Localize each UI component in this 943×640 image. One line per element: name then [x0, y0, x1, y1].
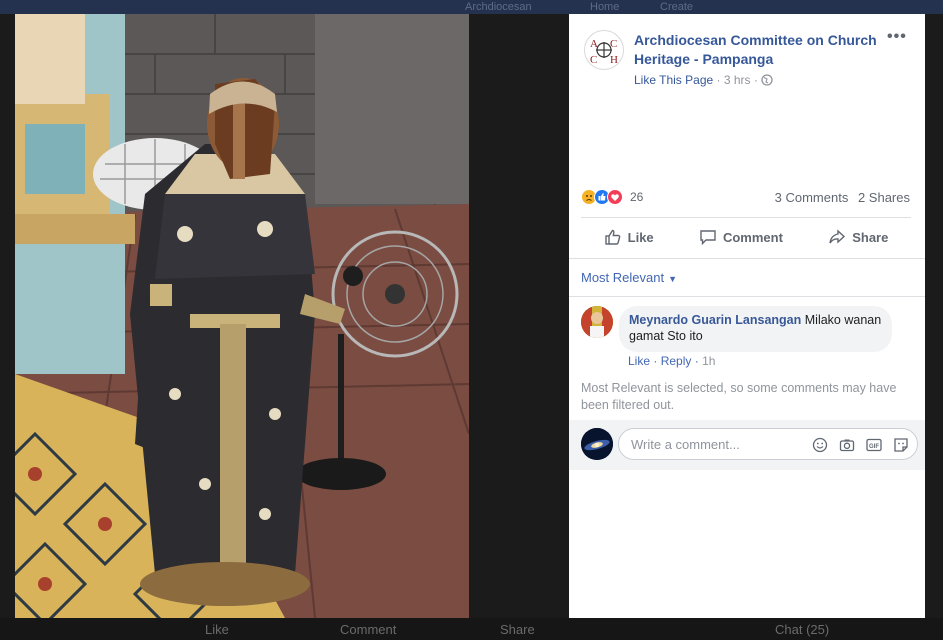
- current-user-avatar: [581, 428, 613, 460]
- comment-bubble-icon: [700, 230, 716, 246]
- divider: [569, 296, 925, 297]
- comment-action-separator: ·: [653, 354, 661, 368]
- share-button[interactable]: Share: [828, 228, 888, 246]
- comment-composer[interactable]: GIF: [618, 428, 918, 460]
- caret-down-icon: ▼: [668, 274, 678, 284]
- comment-like-link[interactable]: Like: [628, 354, 650, 368]
- comment-sort-dropdown[interactable]: Most Relevant ▼: [581, 270, 677, 285]
- comment-input[interactable]: [631, 435, 791, 453]
- comment-bubble: Meynardo Guarin Lansangan Milako wanan g…: [619, 306, 892, 352]
- emoji-icon[interactable]: [811, 436, 828, 453]
- thumbs-up-icon: [604, 229, 620, 245]
- post-photo[interactable]: [15, 14, 469, 618]
- reactions-summary[interactable]: 26: [581, 186, 643, 208]
- comment-reply-link[interactable]: Reply: [661, 354, 692, 368]
- comment-actions: Like · Reply · 1h: [628, 354, 715, 368]
- meta-separator: ·: [753, 73, 762, 87]
- background-post-actions: Like Comment Share Chat (25): [0, 618, 943, 640]
- reaction-count: 26: [630, 190, 644, 204]
- svg-text:C: C: [590, 54, 597, 66]
- bg-like: Like: [205, 622, 229, 637]
- page-name-link[interactable]: Archdiocesan Committee on Church Heritag…: [634, 31, 884, 69]
- svg-text:GIF: GIF: [869, 443, 879, 449]
- background-top-navbar: Archdiocesan Home Create: [0, 0, 943, 14]
- post-header: A C C H Archdiocesan Committee on Church…: [569, 14, 925, 94]
- love-reaction-icon: [607, 189, 623, 205]
- composer-icons: GIF: [801, 436, 909, 453]
- share-button-label: Share: [852, 229, 889, 245]
- share-arrow-icon: [829, 229, 846, 244]
- public-globe-icon: [761, 74, 773, 89]
- comment-author-link[interactable]: Meynardo Guarin Lansangan: [629, 313, 801, 327]
- comment-action-separator: ·: [694, 354, 703, 368]
- post-action-bar: Like Comment Share: [581, 219, 911, 255]
- divider: [569, 258, 925, 259]
- statue-photo-illustration: [15, 14, 469, 618]
- shares-count-link[interactable]: 2 Shares: [858, 190, 910, 205]
- post-side-panel: A C C H Archdiocesan Committee on Church…: [569, 14, 925, 618]
- divider: [581, 217, 911, 218]
- like-this-page-link[interactable]: Like This Page: [634, 73, 713, 87]
- commenter-avatar[interactable]: [581, 306, 613, 338]
- page-logo[interactable]: A C C H: [584, 30, 624, 70]
- post-time[interactable]: 3 hrs: [724, 73, 751, 87]
- comment-button-label: Comment: [722, 229, 783, 245]
- more-options-button[interactable]: •••: [887, 28, 907, 46]
- engagement-counts: 3 Comments 2 Shares: [775, 190, 910, 205]
- comment-time[interactable]: 1h: [702, 354, 715, 368]
- filtered-comments-note: Most Relevant is selected, so some comme…: [581, 381, 897, 412]
- commenter-avatar-image: [581, 306, 613, 338]
- svg-text:H: H: [610, 54, 618, 66]
- post-meta: Like This Page · 3 hrs ·: [634, 73, 773, 89]
- bg-comment: Comment: [340, 622, 397, 637]
- gif-icon[interactable]: GIF: [865, 436, 882, 453]
- achc-logo-icon: A C C H: [590, 38, 618, 66]
- bg-nav-create: Create: [660, 1, 694, 13]
- sticker-icon[interactable]: [892, 436, 909, 453]
- bg-share: Share: [500, 622, 535, 637]
- bg-nav-profile: Archdiocesan: [465, 1, 532, 13]
- comments-count-link[interactable]: 3 Comments: [775, 190, 849, 205]
- comment-sort-label: Most Relevant: [581, 270, 665, 285]
- bg-chat: Chat (25): [775, 622, 830, 637]
- like-button[interactable]: Like: [604, 228, 654, 246]
- like-button-label: Like: [627, 229, 654, 245]
- bg-nav-home: Home: [590, 1, 620, 13]
- galaxy-avatar-image: [581, 428, 613, 460]
- comment-button[interactable]: Comment: [699, 228, 783, 246]
- meta-separator: ·: [716, 73, 724, 87]
- camera-icon[interactable]: [838, 436, 855, 453]
